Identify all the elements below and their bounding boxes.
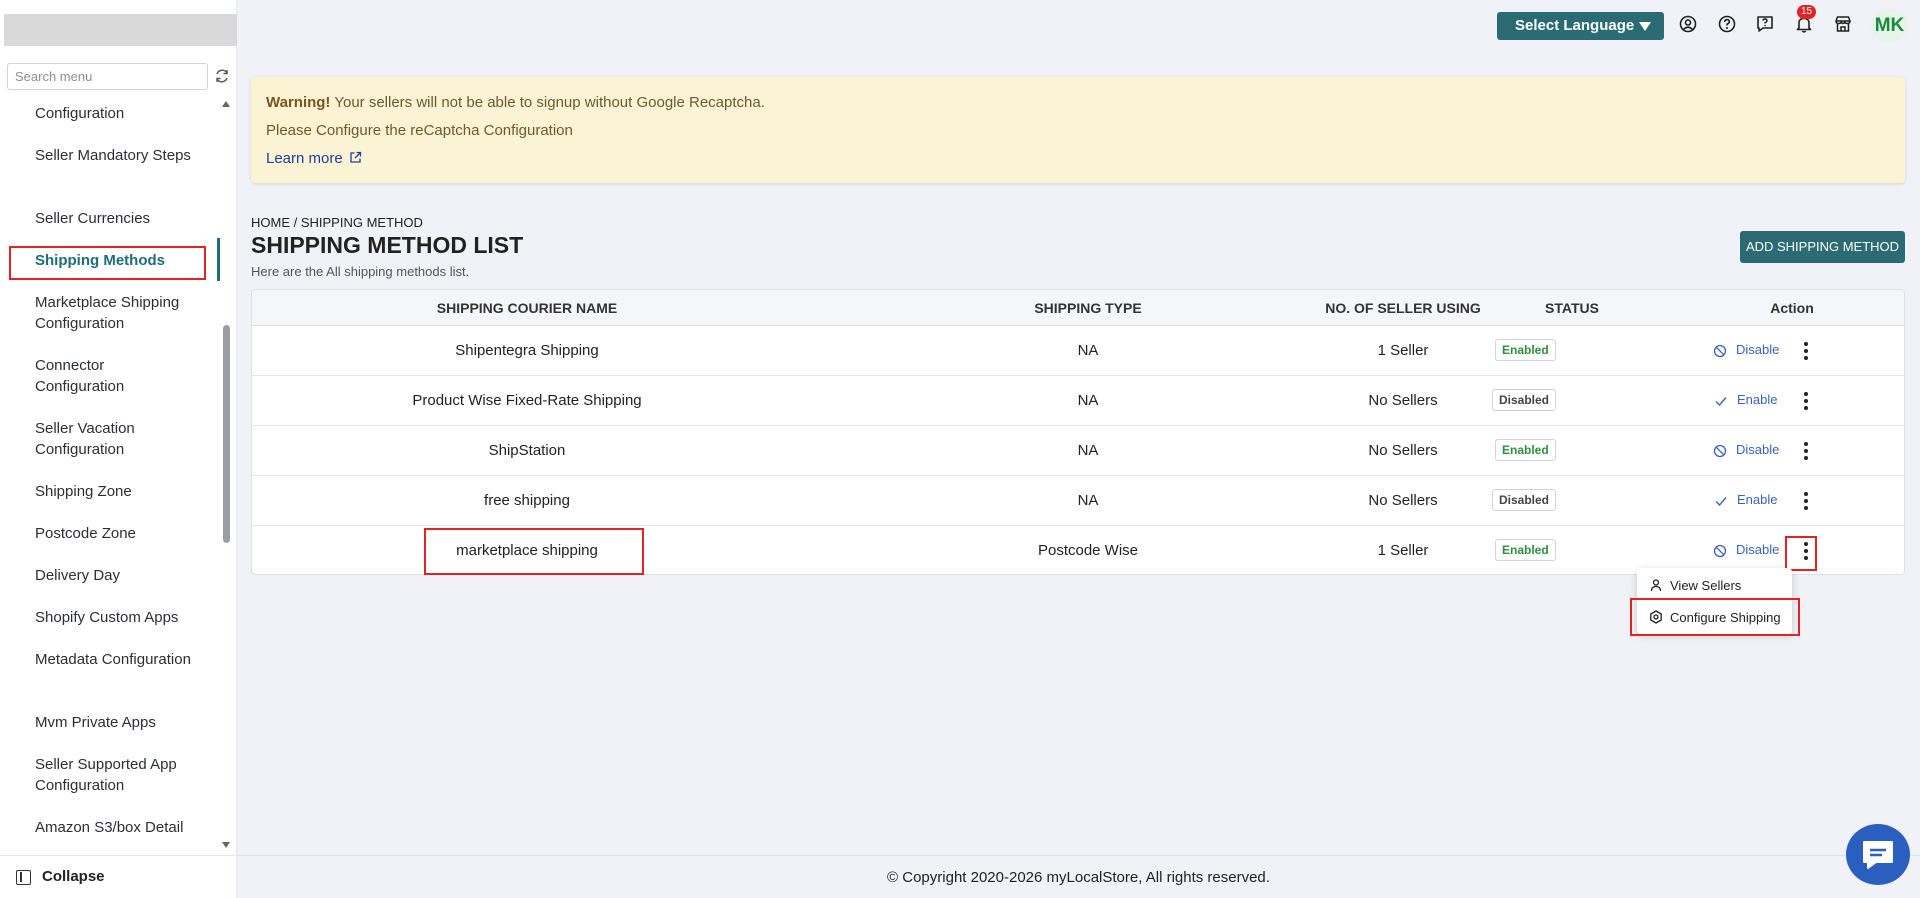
shipping-type-cell: NA bbox=[1077, 392, 1099, 409]
sidebar-item-seller-currencies[interactable]: Seller Currencies bbox=[35, 208, 195, 229]
highlight-box-shipping-methods bbox=[9, 246, 206, 280]
user-icon bbox=[1650, 579, 1662, 592]
search-menu-input[interactable] bbox=[8, 64, 207, 89]
more-options-icon[interactable] bbox=[1797, 391, 1815, 411]
sidebar-item-shopify-custom-apps[interactable]: Shopify Custom Apps bbox=[35, 607, 195, 628]
enable-action-button[interactable]: Enable bbox=[1737, 492, 1777, 507]
courier-name-cell: Product Wise Fixed-Rate Shipping bbox=[412, 392, 642, 409]
column-header-courier-name: SHIPPING COURIER NAME bbox=[436, 300, 618, 316]
sidebar-item-marketplace-shipping-configuration[interactable]: Marketplace Shipping Configuration bbox=[35, 292, 195, 334]
sidebar-item-delivery-day[interactable]: Delivery Day bbox=[35, 565, 195, 586]
shipping-type-cell: NA bbox=[1077, 492, 1099, 509]
table-header: SHIPPING COURIER NAME SHIPPING TYPE NO. … bbox=[252, 290, 1904, 326]
sidebar: Configuration Seller Mandatory Steps Sel… bbox=[0, 0, 237, 898]
more-options-icon[interactable] bbox=[1797, 491, 1815, 511]
breadcrumb: HOME / SHIPPING METHOD bbox=[251, 215, 423, 230]
shipping-type-cell: NA bbox=[1077, 342, 1099, 359]
sidebar-menu: Configuration Seller Mandatory Steps Sel… bbox=[0, 96, 220, 854]
collapse-label: Collapse bbox=[42, 868, 105, 885]
courier-name-cell: ShipStation bbox=[488, 442, 566, 459]
table-row: free shipping NA No Sellers Disabled Ena… bbox=[252, 476, 1904, 526]
sidebar-item-shipping-zone[interactable]: Shipping Zone bbox=[35, 481, 195, 502]
view-sellers-menu-item[interactable]: View Sellers bbox=[1637, 570, 1792, 600]
refresh-icon[interactable] bbox=[214, 68, 230, 84]
more-options-icon[interactable] bbox=[1797, 441, 1815, 461]
shipping-type-cell: Postcode Wise bbox=[1037, 542, 1139, 559]
enable-action-button[interactable]: Enable bbox=[1737, 392, 1777, 407]
footer: © Copyright 2020-2026 myLocalStore, All … bbox=[237, 855, 1920, 898]
ban-icon bbox=[1713, 444, 1727, 458]
warning-line-2: Please Configure the reCaptcha Configura… bbox=[266, 122, 573, 139]
search-menu-field[interactable] bbox=[7, 63, 208, 90]
chat-icon bbox=[1863, 841, 1893, 869]
check-icon bbox=[1715, 497, 1727, 507]
column-header-shipping-type: SHIPPING TYPE bbox=[1034, 300, 1142, 316]
status-badge: Enabled bbox=[1495, 539, 1556, 561]
scroll-down-arrow-icon[interactable] bbox=[222, 842, 230, 848]
page-subtitle: Here are the All shipping methods list. bbox=[251, 264, 470, 279]
disable-action-button[interactable]: Disable bbox=[1736, 342, 1779, 357]
learn-more-link[interactable]: Learn more bbox=[266, 150, 362, 167]
select-language-label: Select Language bbox=[1515, 17, 1635, 34]
sidebar-item-metadata-configuration[interactable]: Metadata Configuration bbox=[35, 649, 195, 670]
copyright-text: © Copyright 2020-2026 myLocalStore, All … bbox=[887, 869, 1270, 886]
select-language-button[interactable]: Select Language bbox=[1497, 12, 1664, 40]
table-row: Product Wise Fixed-Rate Shipping NA No S… bbox=[252, 376, 1904, 426]
learn-more-label: Learn more bbox=[266, 150, 343, 167]
chat-button[interactable] bbox=[1846, 824, 1910, 885]
ban-icon bbox=[1713, 344, 1727, 358]
active-indicator bbox=[217, 238, 220, 281]
warning-line-1: Warning! Your sellers will not be able t… bbox=[266, 94, 765, 111]
sidebar-item-configuration[interactable]: Configuration bbox=[35, 103, 195, 124]
column-header-action: Action bbox=[1770, 300, 1814, 316]
sidebar-scrollbar[interactable] bbox=[223, 325, 230, 543]
ban-icon bbox=[1713, 544, 1727, 558]
table-row: ShipStation NA No Sellers Enabled Disabl… bbox=[252, 426, 1904, 476]
scroll-up-arrow-icon[interactable] bbox=[222, 101, 230, 107]
sidebar-item-seller-supported-app-configuration[interactable]: Seller Supported App Configuration bbox=[35, 754, 195, 796]
highlight-box-more-options bbox=[1785, 536, 1817, 571]
warning-title: Warning! bbox=[266, 94, 331, 111]
disable-action-button[interactable]: Disable bbox=[1736, 542, 1779, 557]
column-header-status: STATUS bbox=[1545, 300, 1599, 316]
sidebar-item-seller-mandatory-steps[interactable]: Seller Mandatory Steps bbox=[35, 145, 195, 166]
collapse-icon bbox=[16, 870, 31, 885]
help-icon[interactable] bbox=[1717, 14, 1737, 34]
status-badge: Enabled bbox=[1495, 439, 1556, 461]
check-icon bbox=[1715, 397, 1727, 407]
sidebar-item-mvm-private-apps[interactable]: Mvm Private Apps bbox=[35, 712, 195, 733]
sidebar-item-postcode-zone[interactable]: Postcode Zone bbox=[35, 523, 195, 544]
collapse-button[interactable]: Collapse bbox=[0, 855, 236, 898]
shipping-type-cell: NA bbox=[1077, 442, 1099, 459]
table-row: Shipentegra Shipping NA 1 Seller Enabled… bbox=[252, 326, 1904, 376]
highlight-box-marketplace-shipping bbox=[424, 528, 644, 575]
highlight-box-configure-shipping bbox=[1630, 598, 1800, 636]
courier-name-cell: free shipping bbox=[484, 492, 570, 509]
external-link-icon bbox=[350, 151, 362, 163]
notification-badge: 15 bbox=[1797, 5, 1816, 19]
status-badge: Enabled bbox=[1495, 339, 1556, 361]
status-badge: Disabled bbox=[1492, 389, 1557, 411]
sidebar-item-amazon-s3-box-detail[interactable]: Amazon S3/box Detail bbox=[35, 817, 195, 838]
user-circle-icon[interactable] bbox=[1678, 14, 1698, 34]
feedback-icon[interactable] bbox=[1755, 14, 1775, 34]
status-badge: Disabled bbox=[1492, 489, 1557, 511]
caret-down-icon bbox=[1639, 22, 1651, 31]
warning-message: Your sellers will not be able to signup … bbox=[334, 94, 765, 111]
more-options-icon[interactable] bbox=[1797, 341, 1815, 361]
recaptcha-warning-banner: Warning! Your sellers will not be able t… bbox=[251, 77, 1905, 183]
store-icon[interactable] bbox=[1833, 14, 1853, 34]
sidebar-item-connector-configuration[interactable]: Connector Configuration bbox=[35, 355, 195, 397]
avatar[interactable]: MK bbox=[1871, 9, 1908, 42]
disable-action-button[interactable]: Disable bbox=[1736, 442, 1779, 457]
page-title: SHIPPING METHOD LIST bbox=[251, 232, 524, 258]
logo-placeholder bbox=[4, 14, 237, 46]
add-shipping-method-button[interactable]: ADD SHIPPING METHOD bbox=[1740, 231, 1905, 263]
view-sellers-label: View Sellers bbox=[1670, 578, 1742, 593]
sidebar-item-seller-vacation-configuration[interactable]: Seller Vacation Configuration bbox=[35, 418, 195, 460]
courier-name-cell: Shipentegra Shipping bbox=[455, 342, 599, 359]
